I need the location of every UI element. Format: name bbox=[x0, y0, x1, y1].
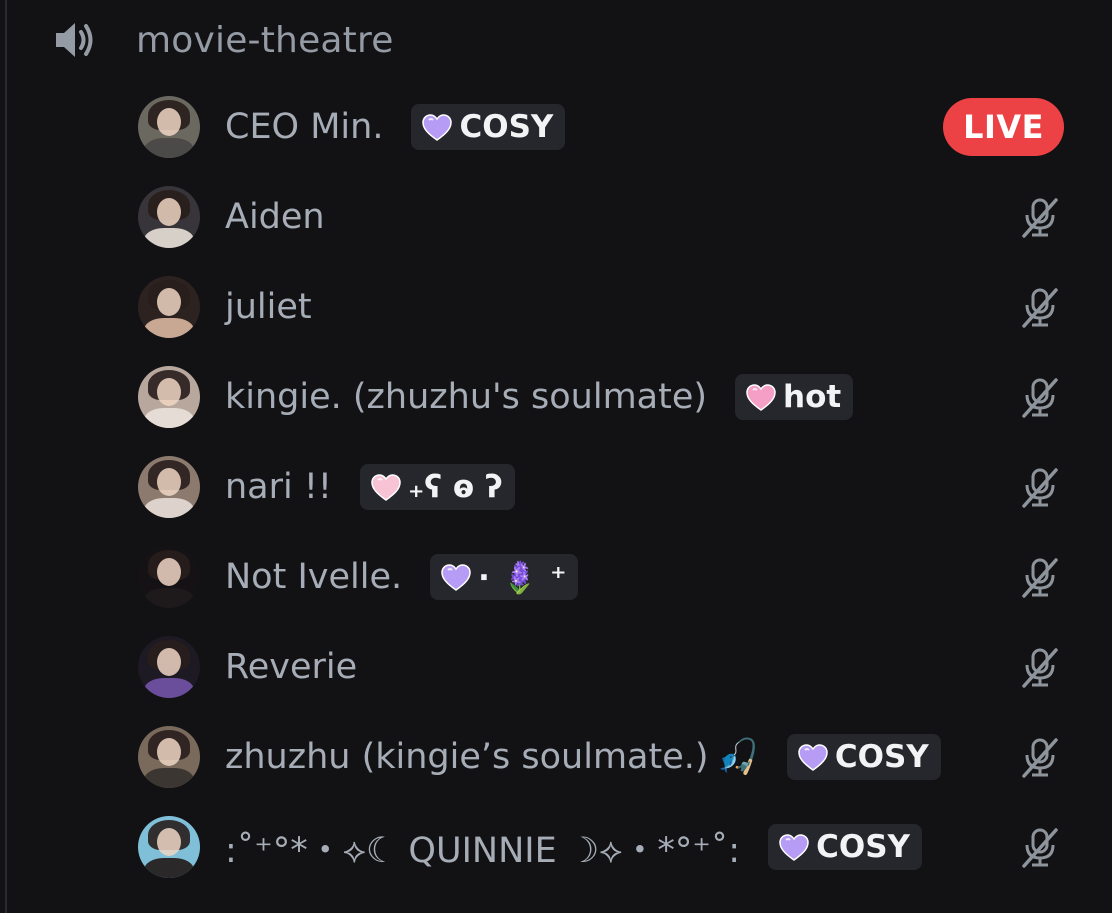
heart-icon bbox=[779, 834, 809, 861]
username: :˚⁺°*・⟡☾ QUINNIE ☽⟡・*°⁺˚: bbox=[225, 830, 741, 871]
avatar[interactable] bbox=[138, 636, 200, 698]
server-tag[interactable]: COSY bbox=[411, 104, 566, 150]
voice-user-row[interactable]: zhuzhu (kingie’s soulmate.) 🎣 COSY bbox=[138, 712, 1078, 802]
fishing-emoji: 🎣 bbox=[716, 737, 759, 777]
server-tag[interactable]: COSY bbox=[768, 824, 922, 870]
voice-user-row[interactable]: juliet bbox=[138, 262, 1078, 352]
server-tag-label: COSY bbox=[834, 739, 929, 775]
muted-mic-icon bbox=[1020, 826, 1060, 868]
server-tag[interactable]: ₊ʕ ⱺ ʔ bbox=[359, 464, 515, 510]
voice-channel-header[interactable]: movie-theatre bbox=[52, 10, 394, 70]
muted-mic-icon bbox=[1020, 556, 1060, 598]
server-tag[interactable]: ⋅ 🪻 ⁺ bbox=[430, 554, 579, 600]
avatar[interactable] bbox=[138, 366, 200, 428]
username: nari !! bbox=[225, 467, 332, 507]
avatar[interactable] bbox=[138, 816, 200, 878]
muted-mic-icon bbox=[1020, 646, 1060, 688]
muted-mic-icon bbox=[1020, 286, 1060, 328]
avatar[interactable] bbox=[138, 456, 200, 518]
avatar[interactable] bbox=[138, 186, 200, 248]
guide-line bbox=[5, 0, 7, 913]
server-tag-label: hot bbox=[783, 379, 842, 415]
muted-mic-icon bbox=[1020, 196, 1060, 238]
live-badge: LIVE bbox=[943, 98, 1064, 156]
voice-user-row[interactable]: CEO Min. COSY LIVE bbox=[138, 82, 1078, 172]
heart-icon bbox=[371, 474, 401, 501]
avatar[interactable] bbox=[138, 726, 200, 788]
channel-name: movie-theatre bbox=[136, 19, 394, 61]
voice-user-row[interactable]: Aiden bbox=[138, 172, 1078, 262]
voice-user-row[interactable]: kingie. (zhuzhu's soulmate) hot bbox=[138, 352, 1078, 442]
voice-user-row[interactable]: :˚⁺°*・⟡☾ QUINNIE ☽⟡・*°⁺˚: COSY bbox=[138, 802, 1078, 892]
username: juliet bbox=[225, 287, 312, 327]
username: Reverie bbox=[225, 647, 358, 687]
server-tag-label: COSY bbox=[459, 109, 554, 145]
username: CEO Min. bbox=[225, 107, 384, 147]
server-tag[interactable]: hot bbox=[735, 374, 854, 420]
avatar[interactable] bbox=[138, 546, 200, 608]
speaker-icon bbox=[52, 16, 106, 64]
server-tag-label: ₊ʕ ⱺ ʔ bbox=[407, 469, 503, 505]
server-tag[interactable]: COSY bbox=[786, 734, 941, 780]
heart-icon bbox=[746, 384, 776, 411]
voice-user-row[interactable]: nari !! ₊ʕ ⱺ ʔ bbox=[138, 442, 1078, 532]
voice-user-row[interactable]: Reverie bbox=[138, 622, 1078, 712]
server-tag-label: COSY bbox=[816, 829, 910, 865]
username: Aiden bbox=[225, 197, 325, 237]
voice-user-list: CEO Min. COSY LIVE Aiden juliet kingie. (zhuz… bbox=[138, 82, 1078, 892]
server-tag-label: ⋅ 🪻 ⁺ bbox=[478, 559, 567, 596]
heart-icon bbox=[798, 744, 828, 771]
muted-mic-icon bbox=[1020, 376, 1060, 418]
muted-mic-icon bbox=[1020, 466, 1060, 508]
avatar[interactable] bbox=[138, 276, 200, 338]
muted-mic-icon bbox=[1020, 736, 1060, 778]
username: Not Ivelle. bbox=[225, 557, 403, 597]
voice-user-row[interactable]: Not Ivelle. ⋅ 🪻 ⁺ bbox=[138, 532, 1078, 622]
username: zhuzhu (kingie’s soulmate.) bbox=[225, 737, 709, 777]
avatar[interactable] bbox=[138, 96, 200, 158]
heart-icon bbox=[441, 564, 471, 591]
heart-icon bbox=[422, 114, 453, 141]
voice-channel-panel: movie-theatre CEO Min. COSY LIVE Aiden julie… bbox=[0, 0, 1112, 913]
username: kingie. (zhuzhu's soulmate) bbox=[225, 377, 708, 417]
